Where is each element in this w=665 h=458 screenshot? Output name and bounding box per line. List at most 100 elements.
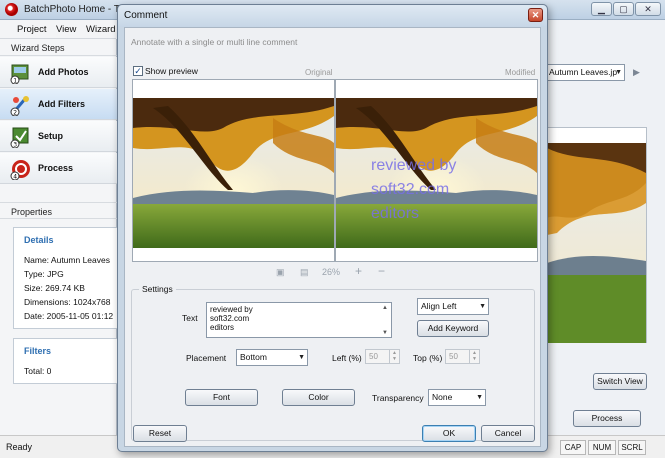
step-add-filters-label: Add Filters xyxy=(38,99,86,109)
properties-header: Properties xyxy=(0,202,117,219)
comment-line-1: reviewed by xyxy=(210,305,253,314)
transparency-value: None xyxy=(432,392,453,402)
menu-wizard[interactable]: Wizard xyxy=(86,24,116,35)
dialog-close-button[interactable]: ✕ xyxy=(528,8,543,22)
overlay-text-line-2: soft32.com xyxy=(371,181,450,198)
filters-total: Total: 0 xyxy=(24,366,52,376)
step-add-photos[interactable]: 1 Add Photos xyxy=(0,57,117,88)
zoom-out-icon[interactable]: − xyxy=(378,264,385,278)
placement-value: Bottom xyxy=(240,352,267,362)
step-setup[interactable]: 3 Setup xyxy=(0,121,117,152)
right-area: Autumn Leaves.jp ▼ ▶ Switch View Process xyxy=(543,39,665,435)
spinner-arrows-icon[interactable]: ▲ ▼ xyxy=(469,350,479,363)
text-scrollbar[interactable]: ▲ ▼ xyxy=(381,304,390,336)
chevron-down-icon: ▼ xyxy=(298,354,305,361)
dialog-title: Comment xyxy=(124,10,168,21)
top-percent-spinner[interactable]: 50 ▲ ▼ xyxy=(445,349,480,364)
process-button[interactable]: Process xyxy=(573,410,641,427)
detail-size: Size: 269.74 KB xyxy=(24,283,85,293)
modified-preview: reviewed by soft32.com editors xyxy=(335,79,538,262)
step-setup-label: Setup xyxy=(38,131,64,141)
reset-button[interactable]: Reset xyxy=(133,425,187,442)
left-panel: Wizard Steps 1 Add Photos 2 Add Filters … xyxy=(0,39,117,435)
show-preview-checkbox[interactable]: ✓ xyxy=(133,66,143,76)
placement-select[interactable]: Bottom ▼ xyxy=(236,349,308,366)
scroll-down-icon[interactable]: ▼ xyxy=(382,329,388,338)
add-keyword-button[interactable]: Add Keyword xyxy=(417,320,489,337)
chevron-down-icon: ▼ xyxy=(479,303,486,310)
svg-text:1: 1 xyxy=(13,78,17,85)
menu-view[interactable]: View xyxy=(56,24,76,35)
file-select-value: Autumn Leaves.jp xyxy=(549,67,618,77)
transparency-select[interactable]: None ▼ xyxy=(428,389,486,406)
svg-text:4: 4 xyxy=(13,174,17,181)
fit-window-icon[interactable]: ▣ xyxy=(276,267,285,278)
step-process[interactable]: 4 Process xyxy=(0,153,117,184)
next-arrow-icon[interactable]: ▶ xyxy=(633,67,640,78)
original-label: Original xyxy=(305,68,333,77)
ok-button[interactable]: OK xyxy=(422,425,476,442)
switch-view-button[interactable]: Switch View xyxy=(593,373,647,390)
menu-bar: Project View Wizard xyxy=(0,20,116,39)
color-button[interactable]: Color xyxy=(282,389,355,406)
process-icon: 4 xyxy=(10,160,30,181)
dialog-title-bar: Comment ✕ xyxy=(118,5,547,27)
maximize-button[interactable]: ▢ xyxy=(613,2,634,16)
wizard-steps-header: Wizard Steps xyxy=(0,39,117,56)
status-cap: CAP xyxy=(560,440,586,455)
chevron-down-icon: ▼ xyxy=(476,394,483,401)
zoom-toolbar: ▣ ▤ 26% + − xyxy=(125,264,542,280)
top-percent-value: 50 xyxy=(449,352,458,361)
text-label: Text xyxy=(182,313,198,323)
chevron-down-icon: ▼ xyxy=(615,69,622,76)
placement-label: Placement xyxy=(186,353,227,363)
actual-size-icon[interactable]: ▤ xyxy=(300,267,309,278)
left-percent-spinner[interactable]: 50 ▲ ▼ xyxy=(365,349,400,364)
filters-title: Filters xyxy=(24,346,52,356)
svg-text:3: 3 xyxy=(13,142,17,149)
file-select[interactable]: Autumn Leaves.jp ▼ xyxy=(545,64,625,81)
comment-line-2: soft32.com xyxy=(210,314,250,323)
batchphoto-logo-icon xyxy=(5,3,18,16)
svg-text:2: 2 xyxy=(13,110,17,117)
zoom-level: 26% xyxy=(322,267,341,277)
status-num: NUM xyxy=(588,440,616,455)
font-button[interactable]: Font xyxy=(185,389,258,406)
scroll-up-icon[interactable]: ▲ xyxy=(382,304,388,313)
add-filters-icon: 2 xyxy=(10,96,29,117)
status-text: Ready xyxy=(6,442,33,452)
overlay-text-line-1: reviewed by xyxy=(371,157,457,174)
original-preview xyxy=(132,79,335,262)
step-add-filters[interactable]: 2 Add Filters xyxy=(0,89,117,120)
autumn-photo-thumbnail xyxy=(547,143,646,343)
dialog-hint: Annotate with a single or multi line com… xyxy=(131,37,298,47)
main-window-title: BatchPhoto Home - Tria xyxy=(24,4,131,15)
cancel-button[interactable]: Cancel xyxy=(481,425,535,442)
spinner-arrows-icon[interactable]: ▲ ▼ xyxy=(389,350,399,363)
menu-project[interactable]: Project xyxy=(17,24,47,35)
filters-box: Filters Total: 0 xyxy=(13,338,117,384)
setup-icon: 3 xyxy=(10,127,29,149)
step-process-label: Process xyxy=(38,163,74,173)
zoom-in-icon[interactable]: + xyxy=(355,264,362,278)
status-scrl: SCRL xyxy=(618,440,646,455)
align-value: Align Left xyxy=(421,301,457,311)
details-box: Details Name: Autumn Leaves Type: JPG Si… xyxy=(13,227,117,329)
original-photo xyxy=(133,98,334,248)
transparency-label: Transparency xyxy=(372,393,424,403)
settings-legend: Settings xyxy=(139,284,176,294)
detail-dimensions: Dimensions: 1024x768 xyxy=(24,297,111,307)
minimize-button[interactable]: ▁ xyxy=(591,2,612,16)
show-preview-label: Show preview xyxy=(145,66,198,76)
detail-name: Name: Autumn Leaves xyxy=(24,255,110,265)
close-button[interactable]: ✕ xyxy=(635,2,661,16)
details-title: Details xyxy=(24,235,54,245)
comment-text-area[interactable]: reviewed by soft32.com editors ▲ ▼ xyxy=(206,302,392,338)
detail-date: Date: 2005-11-05 01:12 xyxy=(24,311,114,321)
preview-panel xyxy=(546,127,647,343)
detail-type: Type: JPG xyxy=(24,269,64,279)
align-select[interactable]: Align Left ▼ xyxy=(417,298,489,315)
add-photos-icon: 1 xyxy=(10,64,29,85)
top-percent-label: Top (%) xyxy=(413,353,443,363)
comment-line-3: editors xyxy=(210,323,235,332)
